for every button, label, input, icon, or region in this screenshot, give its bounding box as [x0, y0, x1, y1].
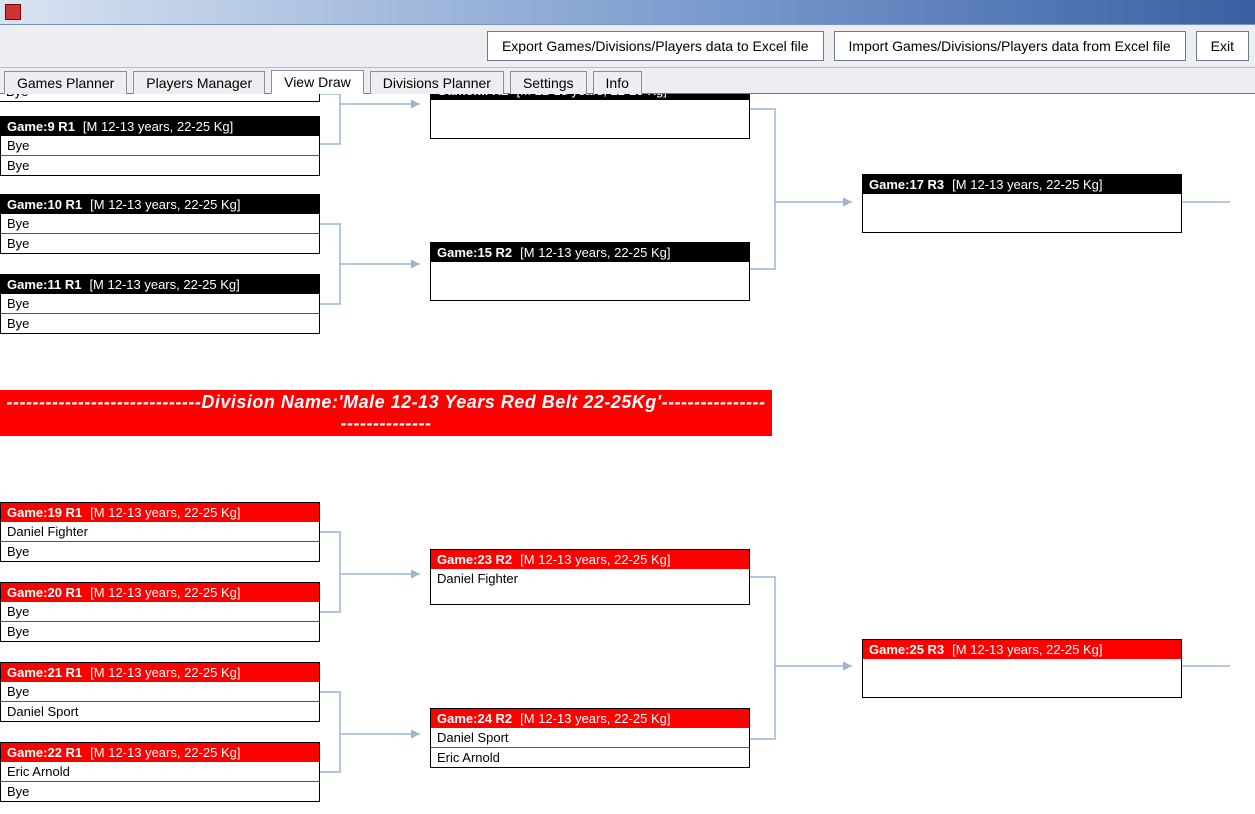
player-row: Daniel Fighter: [431, 569, 749, 588]
game-category: [M 12-13 years, 22-25 Kg]: [520, 711, 670, 726]
game-title: Game:22 R1: [7, 745, 82, 760]
game-category: [M 12-13 years, 22-25 Kg]: [90, 505, 240, 520]
tab-info[interactable]: Info: [593, 71, 642, 94]
tab-view-draw[interactable]: View Draw: [271, 70, 364, 94]
game-header: Game:19 R1 [M 12-13 years, 22-25 Kg]: [1, 503, 319, 522]
game-category: [M 12-13 years, 22-25 Kg]: [952, 177, 1102, 192]
player-row: Bye: [1, 782, 319, 801]
game-header: Game:24 R2 [M 12-13 years, 22-25 Kg]: [431, 709, 749, 728]
app-icon: [5, 4, 21, 20]
player-row: Bye: [1, 622, 319, 641]
player-row: Bye: [1, 156, 319, 175]
game-title: Game:... R2: [437, 94, 509, 98]
game-title: Game:11 R1: [7, 277, 81, 292]
game-header: Game:17 R3 [M 12-13 years, 22-25 Kg]: [863, 175, 1181, 194]
division-banner: ------------------------------Division N…: [0, 390, 772, 436]
game-header: Game:9 R1 [M 12-13 years, 22-25 Kg]: [1, 117, 319, 136]
player-row: Daniel Sport: [431, 728, 749, 748]
game-header: Game:15 R2 [M 12-13 years, 22-25 Kg]: [431, 243, 749, 262]
game-title: Game:21 R1: [7, 665, 82, 680]
game-header: Game:25 R3 [M 12-13 years, 22-25 Kg]: [863, 640, 1181, 659]
game-category: [M 12-13 years, 22-25 Kg]: [90, 197, 240, 212]
game-row-cutoff: Bye: [0, 94, 320, 102]
game-category: [M 12-13 years, 22-25 Kg]: [520, 552, 670, 567]
export-button[interactable]: Export Games/Divisions/Players data to E…: [487, 31, 824, 61]
game-category: [M 12-13 years, 22-25 Kg]: [90, 585, 240, 600]
game-box-24[interactable]: Game:24 R2 [M 12-13 years, 22-25 Kg] Dan…: [430, 708, 750, 768]
tab-bar: Games Planner Players Manager View Draw …: [0, 68, 1255, 94]
game-title: Game:19 R1: [7, 505, 82, 520]
player-row: Bye: [1, 542, 319, 561]
player-row: Daniel Fighter: [1, 522, 319, 542]
player-row: Bye: [1, 234, 319, 253]
game-title: Game:10 R1: [7, 197, 82, 212]
game-box-23[interactable]: Game:23 R2 [M 12-13 years, 22-25 Kg] Dan…: [430, 549, 750, 605]
game-box-25[interactable]: Game:25 R3 [M 12-13 years, 22-25 Kg]: [862, 639, 1182, 698]
game-category: [M 12-13 years, 22-25 Kg]: [520, 245, 670, 260]
main-toolbar: Export Games/Divisions/Players data to E…: [0, 25, 1255, 68]
game-box-r2-top[interactable]: Game:... R2 [M 12-13 years, 22-25 Kg]: [430, 94, 750, 139]
game-box-9[interactable]: Game:9 R1 [M 12-13 years, 22-25 Kg] Bye …: [0, 116, 320, 176]
game-title: Game:15 R2: [437, 245, 512, 260]
window-titlebar: [0, 0, 1255, 25]
game-title: Game:20 R1: [7, 585, 82, 600]
game-box-15[interactable]: Game:15 R2 [M 12-13 years, 22-25 Kg]: [430, 242, 750, 301]
game-title: Game:23 R2: [437, 552, 512, 567]
player-row: Bye: [1, 294, 319, 314]
game-box-22[interactable]: Game:22 R1 [M 12-13 years, 22-25 Kg] Eri…: [0, 742, 320, 802]
player-row: Daniel Sport: [1, 702, 319, 721]
tab-games-planner[interactable]: Games Planner: [4, 71, 127, 94]
game-header: Game:23 R2 [M 12-13 years, 22-25 Kg]: [431, 550, 749, 569]
import-button[interactable]: Import Games/Divisions/Players data from…: [834, 31, 1186, 61]
game-title: Game:9 R1: [7, 119, 75, 134]
bracket-canvas: Bye Game:... R2 [M 12-13 years, 22-25 Kg…: [0, 94, 1255, 814]
player-row: Bye: [0, 94, 319, 101]
game-box-19[interactable]: Game:19 R1 [M 12-13 years, 22-25 Kg] Dan…: [0, 502, 320, 562]
game-header: Game:20 R1 [M 12-13 years, 22-25 Kg]: [1, 583, 319, 602]
game-header: Game:21 R1 [M 12-13 years, 22-25 Kg]: [1, 663, 319, 682]
tab-players-manager[interactable]: Players Manager: [133, 71, 265, 94]
game-title: Game:17 R3: [869, 177, 944, 192]
game-title: Game:24 R2: [437, 711, 512, 726]
player-row: Bye: [1, 136, 319, 156]
game-category: [M 12-13 years, 22-25 Kg]: [89, 277, 239, 292]
game-category: [M 12-13 years, 22-25 Kg]: [952, 642, 1102, 657]
game-box-17[interactable]: Game:17 R3 [M 12-13 years, 22-25 Kg]: [862, 174, 1182, 233]
player-row: Eric Arnold: [1, 762, 319, 782]
player-row: Bye: [1, 602, 319, 622]
player-row: Bye: [1, 682, 319, 702]
player-row: Eric Arnold: [431, 748, 749, 767]
game-category: [M 12-13 years, 22-25 Kg]: [517, 94, 667, 98]
game-header: Game:11 R1 [M 12-13 years, 22-25 Kg]: [1, 275, 319, 294]
game-box-10[interactable]: Game:10 R1 [M 12-13 years, 22-25 Kg] Bye…: [0, 194, 320, 254]
game-category: [M 12-13 years, 22-25 Kg]: [83, 119, 233, 134]
game-header: Game:22 R1 [M 12-13 years, 22-25 Kg]: [1, 743, 319, 762]
exit-button[interactable]: Exit: [1196, 31, 1249, 61]
game-header: Game:10 R1 [M 12-13 years, 22-25 Kg]: [1, 195, 319, 214]
tab-settings[interactable]: Settings: [510, 71, 587, 94]
player-row: Bye: [1, 214, 319, 234]
game-box-21[interactable]: Game:21 R1 [M 12-13 years, 22-25 Kg] Bye…: [0, 662, 320, 722]
player-row: Bye: [1, 314, 319, 333]
game-title: Game:25 R3: [869, 642, 944, 657]
game-category: [M 12-13 years, 22-25 Kg]: [90, 745, 240, 760]
game-category: [M 12-13 years, 22-25 Kg]: [90, 665, 240, 680]
tab-divisions-planner[interactable]: Divisions Planner: [370, 71, 504, 94]
game-box-20[interactable]: Game:20 R1 [M 12-13 years, 22-25 Kg] Bye…: [0, 582, 320, 642]
game-box-11[interactable]: Game:11 R1 [M 12-13 years, 22-25 Kg] Bye…: [0, 274, 320, 334]
